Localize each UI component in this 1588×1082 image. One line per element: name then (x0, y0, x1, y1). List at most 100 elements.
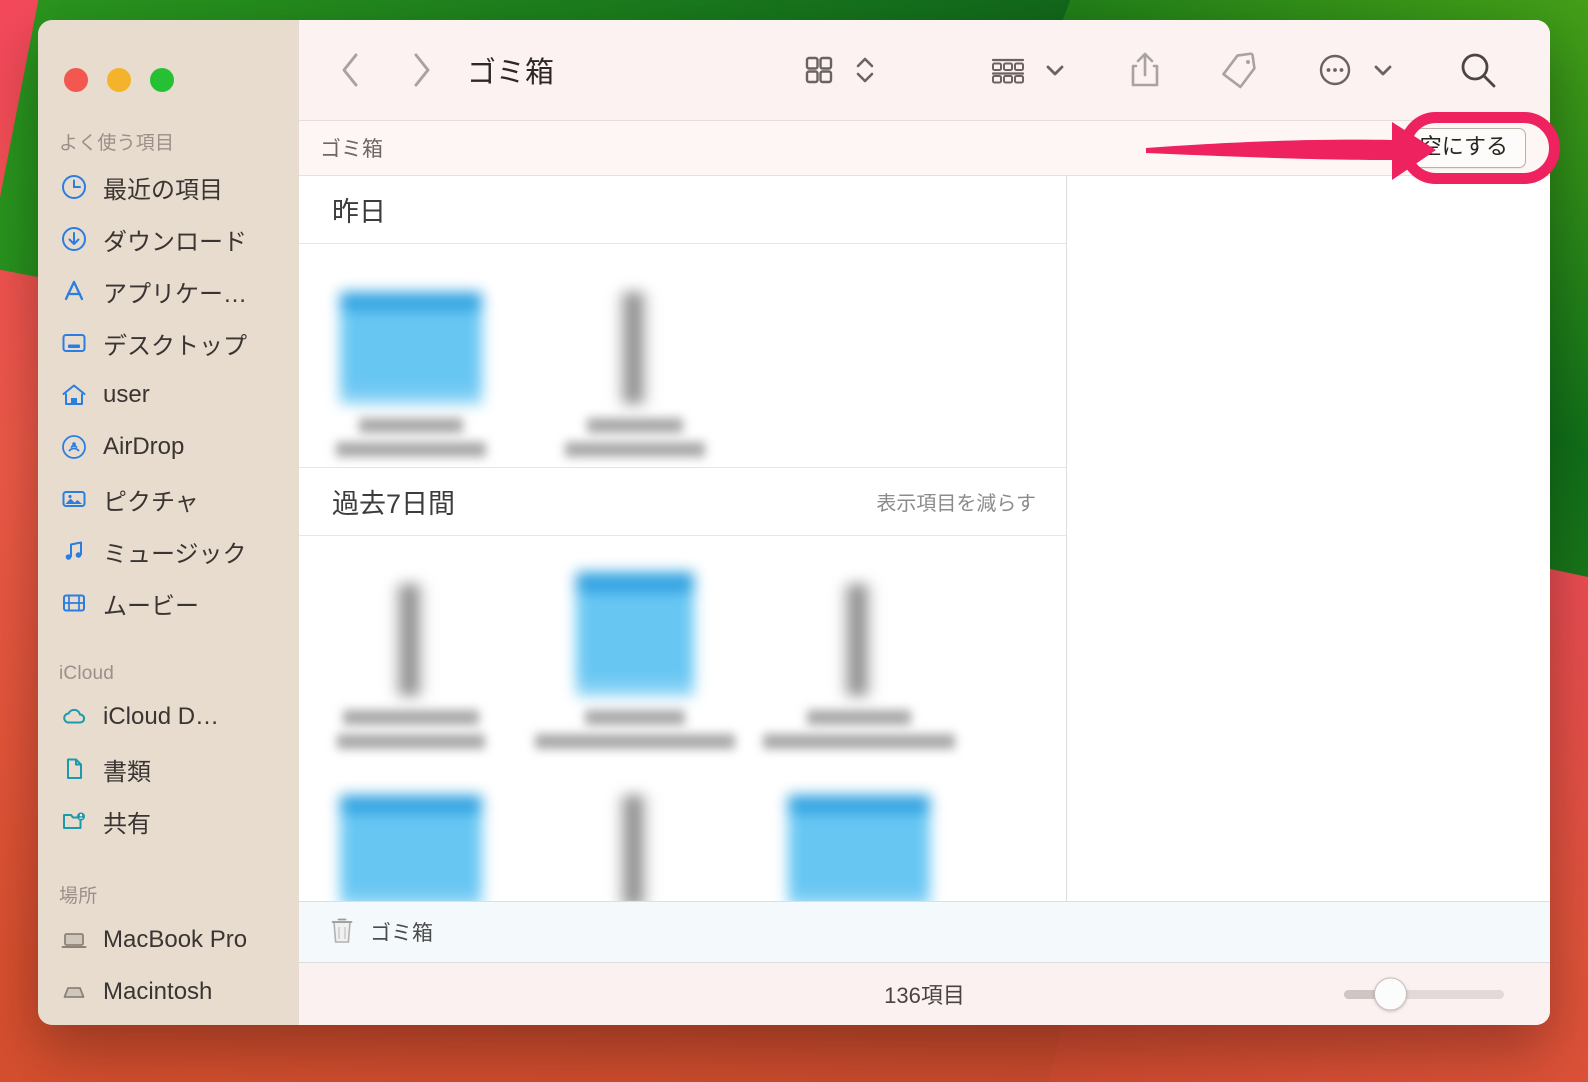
desktop-icon (60, 329, 88, 357)
file-name-blurred (337, 710, 485, 749)
document-icon (60, 755, 88, 783)
sidebar-item-label: ムービー (103, 592, 199, 620)
file-item[interactable] (299, 270, 523, 457)
sidebar-item-label: user (103, 381, 150, 408)
sidebar-item-label: ピクチャ (103, 488, 199, 516)
file-name-blurred (763, 710, 955, 749)
file-thumbnail (336, 276, 486, 404)
file-list[interactable]: 昨日 過去7日間 表示項目を減らす (299, 176, 1067, 901)
slider-knob[interactable] (1374, 977, 1407, 1011)
chevron-up-down-icon[interactable] (848, 44, 882, 96)
sidebar-item-recents[interactable]: 最近の項目 (38, 161, 299, 213)
file-thumbnail (560, 779, 710, 901)
file-item[interactable] (523, 773, 747, 901)
sidebar-item-documents[interactable]: 書類 (38, 743, 299, 795)
maximize-button[interactable] (150, 68, 174, 92)
content-split: 昨日 過去7日間 表示項目を減らす (299, 176, 1550, 901)
sidebar-item-applications[interactable]: アプリケー… (38, 265, 299, 317)
sidebar-group-locations: 場所 MacBook Pro Macintosh (38, 881, 299, 1018)
grid-view-icon[interactable] (794, 44, 844, 96)
ellipsis-circle-icon[interactable] (1308, 44, 1362, 96)
main-pane: ゴミ箱 ゴミ箱 空にする 昨日 過去7日間 表示項目を減らす ゴミ箱 136項目 (299, 20, 1550, 1025)
sidebar-item-label: ミュージック (103, 540, 247, 568)
sidebar-item-downloads[interactable]: ダウンロード (38, 213, 299, 265)
more-actions-control[interactable] (1308, 44, 1400, 96)
shared-folder-icon (60, 807, 88, 835)
empty-trash-button[interactable]: 空にする (1401, 128, 1526, 168)
path-bar-label: ゴミ箱 (370, 922, 433, 945)
show-less-link[interactable]: 表示項目を減らす (876, 487, 1036, 516)
file-thumbnail (784, 779, 934, 901)
section-title: 昨日 (332, 197, 386, 227)
chevron-down-icon[interactable] (1366, 44, 1400, 96)
view-mode-control[interactable] (794, 44, 882, 96)
sidebar-item-label: Macintosh (103, 978, 213, 1005)
forward-button[interactable] (395, 44, 447, 96)
sidebar-item-desktop[interactable]: デスクトップ (38, 317, 299, 369)
minimize-button[interactable] (107, 68, 131, 92)
search-button[interactable] (1450, 44, 1506, 96)
group-by-control[interactable] (982, 44, 1072, 96)
cloud-icon (60, 703, 88, 731)
chevron-down-icon[interactable] (1038, 44, 1072, 96)
sidebar-item-pictures[interactable]: ピクチャ (38, 473, 299, 525)
preview-pane (1067, 176, 1550, 901)
file-name-blurred (565, 418, 705, 457)
back-button[interactable] (325, 44, 377, 96)
sidebar-item-label: 書類 (103, 758, 151, 786)
sidebar-item-label: アプリケー… (103, 280, 247, 308)
sidebar-item-label: MacBook Pro (103, 926, 248, 953)
sidebar-item-macbook-pro[interactable]: MacBook Pro (38, 914, 299, 966)
sidebar-item-label: ダウンロード (103, 228, 247, 256)
sidebar-item-airdrop[interactable]: AirDrop (38, 421, 299, 473)
sidebar: よく使う項目 最近の項目 ダウンロード アプリケー… デスクトップ user A… (38, 20, 299, 1025)
sidebar-item-icloud-drive[interactable]: iCloud D… (38, 691, 299, 743)
sidebar-item-label: iCloud D… (103, 703, 220, 730)
file-thumbnail (560, 276, 710, 404)
trash-icon (327, 914, 357, 951)
section-title: 過去7日間 (332, 489, 456, 519)
sidebar-group-icloud: iCloud iCloud D… 書類 共有 (38, 663, 299, 847)
item-count-label: 136項目 (884, 983, 965, 1008)
file-name-blurred (336, 418, 486, 457)
file-item[interactable] (747, 773, 971, 901)
home-icon (60, 381, 88, 409)
sidebar-group-title: iCloud (59, 663, 115, 684)
file-item[interactable] (747, 562, 971, 749)
status-bar: 136項目 (299, 963, 1550, 1025)
sidebar-group-favorites: よく使う項目 最近の項目 ダウンロード アプリケー… デスクトップ user A… (38, 128, 299, 629)
sidebar-item-shared[interactable]: 共有 (38, 795, 299, 847)
music-icon (60, 537, 88, 565)
file-item[interactable] (299, 773, 523, 901)
harddisk-icon (60, 978, 88, 1006)
close-button[interactable] (64, 68, 88, 92)
sidebar-item-label: 共有 (103, 810, 151, 838)
tag-button[interactable] (1212, 44, 1266, 96)
section-header: 過去7日間 表示項目を減らす (299, 468, 1066, 536)
group-by-icon[interactable] (982, 44, 1034, 96)
file-section: 過去7日間 表示項目を減らす (299, 468, 1066, 901)
sidebar-group-title: 場所 (59, 886, 98, 907)
share-button[interactable] (1120, 44, 1170, 96)
finder-window: よく使う項目 最近の項目 ダウンロード アプリケー… デスクトップ user A… (38, 20, 1550, 1025)
page-title: ゴミ箱 (467, 57, 555, 89)
file-section: 昨日 (299, 176, 1066, 468)
file-grid (299, 536, 1066, 759)
sidebar-item-macintosh-hd[interactable]: Macintosh (38, 966, 299, 1018)
section-header: 昨日 (299, 176, 1066, 244)
app-store-icon (60, 277, 88, 305)
laptop-icon (60, 926, 88, 954)
sidebar-item-user-home[interactable]: user (38, 369, 299, 421)
file-name-blurred (535, 710, 735, 749)
path-bar: ゴミ箱 (299, 901, 1550, 963)
file-thumbnail (560, 568, 710, 696)
file-item[interactable] (523, 562, 747, 749)
sidebar-item-label: AirDrop (103, 433, 185, 460)
breadcrumb: ゴミ箱 (320, 138, 383, 161)
file-item[interactable] (299, 562, 523, 749)
clock-icon (60, 173, 88, 201)
icon-size-slider[interactable] (1344, 977, 1504, 1011)
sidebar-item-music[interactable]: ミュージック (38, 525, 299, 577)
file-item[interactable] (523, 270, 747, 457)
sidebar-item-movies[interactable]: ムービー (38, 577, 299, 629)
